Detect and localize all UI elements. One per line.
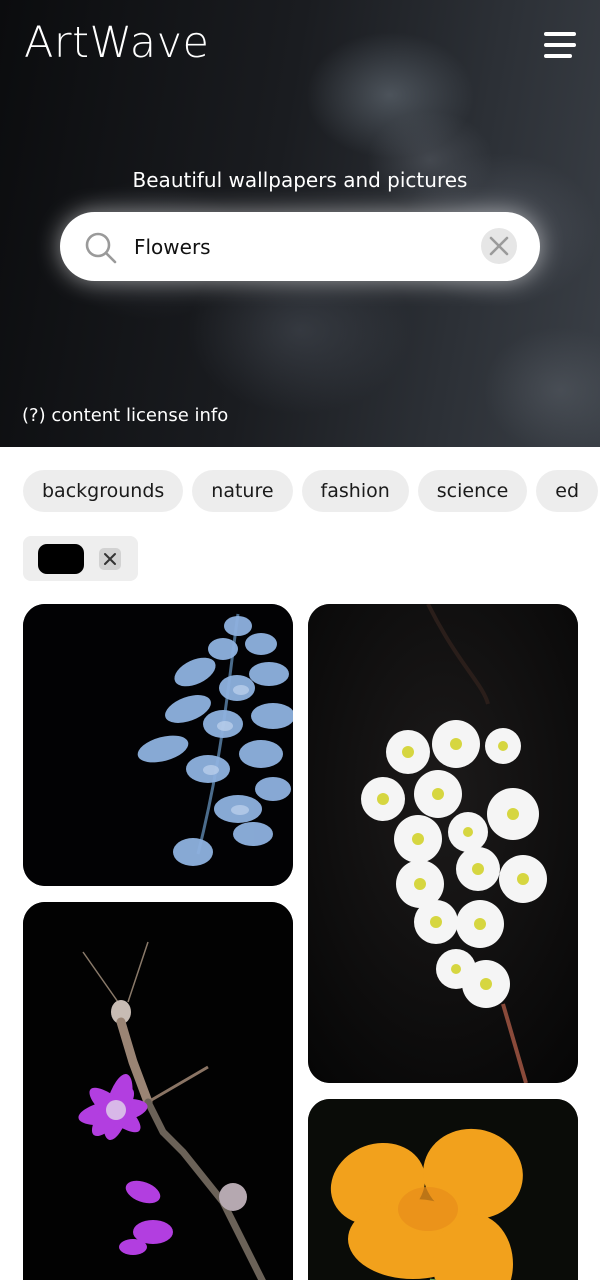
tagline: Beautiful wallpapers and pictures (132, 168, 468, 192)
menu-button[interactable] (538, 28, 580, 62)
app-logo[interactable]: ArtWave (24, 18, 209, 68)
close-icon (104, 553, 116, 565)
white-flowers-image (308, 604, 578, 1083)
tag-nature[interactable]: nature (192, 470, 293, 512)
mantis-flower-image (23, 902, 293, 1280)
image-card-orange-poppy[interactable] (308, 1099, 578, 1280)
image-card-white-flowers[interactable] (308, 604, 578, 1083)
hero-banner: ArtWave Beautiful wallpapers and picture… (0, 0, 600, 447)
remove-color-filter-button[interactable] (99, 548, 121, 570)
image-card-mantis-purple-flower[interactable] (23, 902, 293, 1280)
image-card-blue-flowers[interactable] (23, 604, 293, 886)
tag-fashion[interactable]: fashion (301, 470, 409, 512)
search-bar (60, 212, 540, 281)
content-license-link[interactable]: (?) content license info (22, 405, 228, 426)
search-icon[interactable] (84, 231, 118, 265)
close-icon (489, 236, 509, 256)
color-swatch[interactable] (38, 544, 84, 574)
tag-backgrounds[interactable]: backgrounds (23, 470, 184, 512)
search-input[interactable] (134, 228, 464, 266)
tag-science[interactable]: science (417, 470, 528, 512)
tag-education[interactable]: ed (536, 470, 599, 512)
hamburger-menu-icon (544, 32, 576, 36)
category-tags: backgrounds nature fashion science ed (23, 470, 600, 513)
blue-flowers-image (23, 604, 293, 886)
color-filter-chip (23, 536, 138, 581)
orange-poppy-image (308, 1099, 578, 1280)
clear-search-button[interactable] (481, 228, 517, 264)
